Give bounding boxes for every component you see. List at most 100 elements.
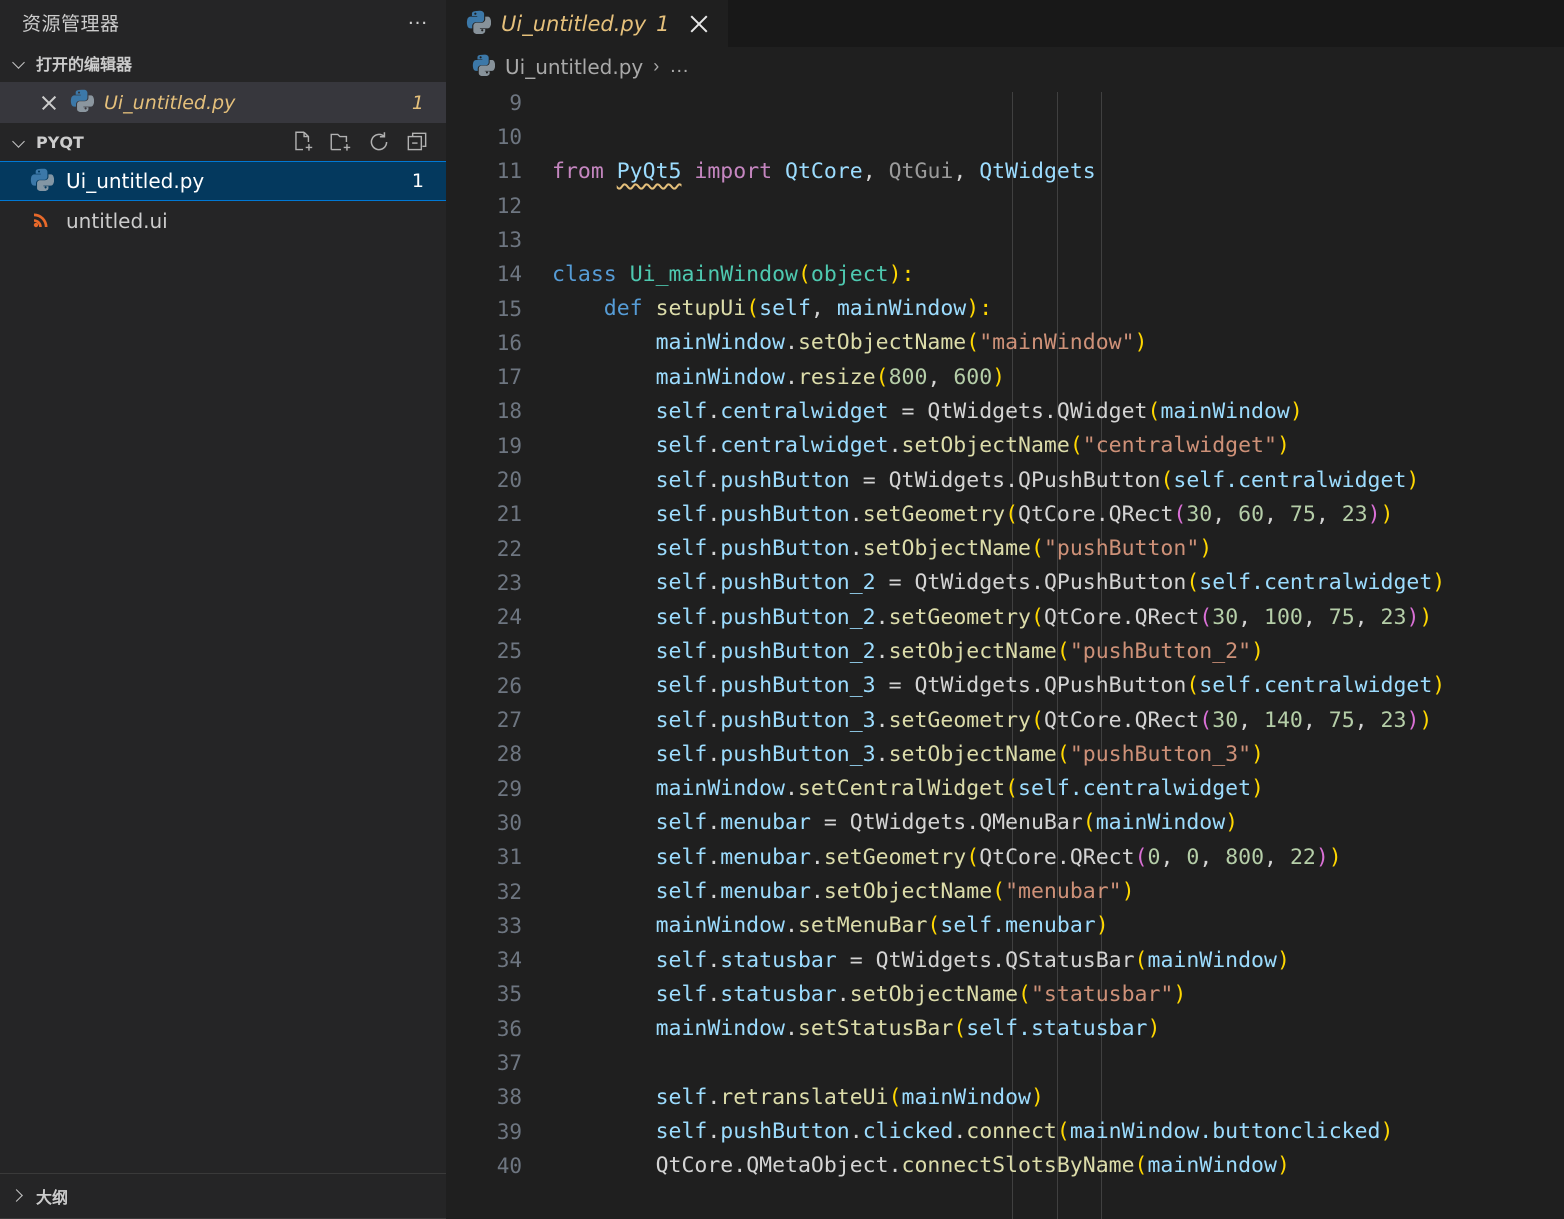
code-line[interactable]: 32 self.menubar.setObjectName("menubar") xyxy=(446,874,1564,908)
code-line[interactable]: 25 self.pushButton_2.setObjectName("push… xyxy=(446,634,1564,668)
code-token: ) xyxy=(1380,501,1394,527)
breadcrumb-file[interactable]: Ui_untitled.py xyxy=(505,55,643,79)
code-token: . xyxy=(810,879,824,905)
tree-item-untitled-ui[interactable]: untitled.ui xyxy=(0,201,446,241)
code-line[interactable]: 19 self.centralwidget.setObjectName("cen… xyxy=(446,429,1564,463)
new-file-icon[interactable] xyxy=(290,129,316,155)
code-line[interactable]: 36 mainWindow.setStatusBar(self.statusba… xyxy=(446,1012,1564,1046)
code-token: self xyxy=(655,1119,708,1145)
code-token: QRect xyxy=(1134,707,1200,733)
code-token: QtCore xyxy=(785,158,863,184)
refresh-icon[interactable] xyxy=(366,129,392,155)
code-line[interactable]: 17 mainWindow.resize(800, 600) xyxy=(446,360,1564,394)
code-token: ) xyxy=(1367,501,1381,527)
code-token: self xyxy=(655,981,708,1007)
close-icon[interactable] xyxy=(686,11,712,37)
tab-ui-untitled-py[interactable]: Ui_untitled.py 1 xyxy=(446,0,728,47)
code-line[interactable]: 30 self.menubar = QtWidgets.QMenuBar(mai… xyxy=(446,806,1564,840)
code-token: pushButton xyxy=(720,1119,850,1145)
code-token: import xyxy=(694,158,773,184)
code-token: ) xyxy=(1147,1016,1161,1042)
line-content: mainWindow.resize(800, 600) xyxy=(544,364,1006,390)
code-line[interactable]: 26 self.pushButton_3 = QtWidgets.QPushBu… xyxy=(446,669,1564,703)
collapse-all-icon[interactable] xyxy=(404,129,430,155)
code-line[interactable]: 11 from PyQt5 import QtCore, QtGui, QtWid… xyxy=(446,154,1564,188)
tab-label: Ui_untitled.py xyxy=(501,11,647,36)
code-token: mainWindow xyxy=(1147,1153,1277,1179)
code-line[interactable]: 27 self.pushButton_3.setGeometry(QtCore.… xyxy=(446,703,1564,737)
code-line[interactable]: 24 self.pushButton_2.setGeometry(QtCore.… xyxy=(446,600,1564,634)
code-token: setObjectName xyxy=(849,981,1019,1007)
code-token: "pushButton_3" xyxy=(1069,741,1252,767)
more-actions-icon[interactable]: … xyxy=(407,7,430,31)
code-line[interactable]: 38 self.retranslateUi(mainWindow) xyxy=(446,1080,1564,1114)
code-token: ) xyxy=(1251,741,1264,767)
code-token: ( xyxy=(927,913,941,939)
line-content: self.pushButton_2.setGeometry(QtCore.QRe… xyxy=(544,604,1433,630)
code-line[interactable]: 10 xyxy=(446,120,1564,154)
section-header-project[interactable]: PYQT xyxy=(0,123,446,161)
tree-item-ui-untitled-py[interactable]: Ui_untitled.py 1 xyxy=(0,161,446,201)
code-token: ( xyxy=(1134,844,1148,870)
line-number: 14 xyxy=(496,262,522,287)
line-number: 21 xyxy=(496,502,522,527)
new-folder-icon[interactable] xyxy=(328,129,354,155)
section-header-outline[interactable]: 大纲 xyxy=(0,1173,446,1219)
code-token: ( xyxy=(966,844,980,870)
code-token: self xyxy=(655,707,708,733)
code-line[interactable]: 31 self.menubar.setGeometry(QtCore.QRect… xyxy=(446,840,1564,874)
code-line[interactable]: 21 self.pushButton.setGeometry(QtCore.QR… xyxy=(446,497,1564,531)
line-number: 23 xyxy=(496,570,522,595)
open-editor-item[interactable]: Ui_untitled.py 1 xyxy=(0,82,446,123)
code-viewport[interactable]: 7 # WARNING! Any manual changes made to … xyxy=(446,47,1564,1219)
code-line[interactable]: 16 mainWindow.setObjectName("mainWindow"… xyxy=(446,326,1564,360)
code-token: ) xyxy=(1251,776,1264,802)
code-line[interactable]: 12 xyxy=(446,188,1564,222)
code-line[interactable]: 40 QtCore.QMetaObject.connectSlotsByName… xyxy=(446,1149,1564,1183)
code-token: = xyxy=(836,947,876,973)
code-line[interactable]: 28 self.pushButton_3.setObjectName("push… xyxy=(446,737,1564,771)
code-line[interactable]: 34 self.statusbar = QtWidgets.QStatusBar… xyxy=(446,943,1564,977)
code-token: mainWindow xyxy=(1160,398,1290,424)
code-token: . xyxy=(1005,467,1019,493)
code-token: pushButton_3 xyxy=(720,707,876,733)
code-token: . xyxy=(707,570,721,596)
code-line[interactable]: 13 xyxy=(446,223,1564,257)
code-token: 800 xyxy=(888,364,928,390)
code-token: QtWidgets xyxy=(875,947,993,973)
code-line[interactable]: 15 def setupUi(self, mainWindow): xyxy=(446,291,1564,325)
code-token: self xyxy=(655,741,708,767)
line-content: self.pushButton_3.setGeometry(QtCore.QRe… xyxy=(544,707,1433,733)
code-token: QMenuBar xyxy=(979,810,1083,836)
breadcrumb-ellipsis[interactable]: … xyxy=(669,55,689,78)
code-token: . xyxy=(836,981,850,1007)
code-token: QPushButton xyxy=(1043,570,1187,596)
code-line[interactable]: 22 self.pushButton.setObjectName("pushBu… xyxy=(446,531,1564,565)
section-header-open-editors[interactable]: 打开的编辑器 xyxy=(0,44,446,82)
code-token: ( xyxy=(1005,776,1019,802)
code-token: "menubar" xyxy=(1005,879,1122,905)
code-token: self xyxy=(655,604,708,630)
code-line[interactable]: 29 mainWindow.setCentralWidget(self.cent… xyxy=(446,772,1564,806)
code-line[interactable]: 35 self.statusbar.setObjectName("statusb… xyxy=(446,977,1564,1011)
code-token: QStatusBar xyxy=(1005,947,1135,973)
line-number: 25 xyxy=(496,639,522,664)
code-line[interactable]: 33 mainWindow.setMenuBar(self.menubar) xyxy=(446,909,1564,943)
line-content: mainWindow.setMenuBar(self.menubar) xyxy=(544,913,1109,938)
code-line[interactable]: 14 class Ui_mainWindow(object): xyxy=(446,257,1564,291)
code-token: , xyxy=(927,364,954,390)
code-line[interactable]: 20 self.pushButton = QtWidgets.QPushButt… xyxy=(446,463,1564,497)
code-token: ) xyxy=(992,364,1006,390)
code-line[interactable]: 37 xyxy=(446,1046,1564,1080)
code-line[interactable]: 23 self.pushButton_2 = QtWidgets.QPushBu… xyxy=(446,566,1564,600)
open-editors-label: 打开的编辑器 xyxy=(36,55,133,74)
code-line[interactable]: 39 self.pushButton.clicked.connect(mainW… xyxy=(446,1115,1564,1149)
code-token: self.centralwidget xyxy=(1199,673,1433,699)
close-icon[interactable] xyxy=(38,92,60,114)
code-line[interactable]: 18 self.centralwidget = QtWidgets.QWidge… xyxy=(446,394,1564,428)
